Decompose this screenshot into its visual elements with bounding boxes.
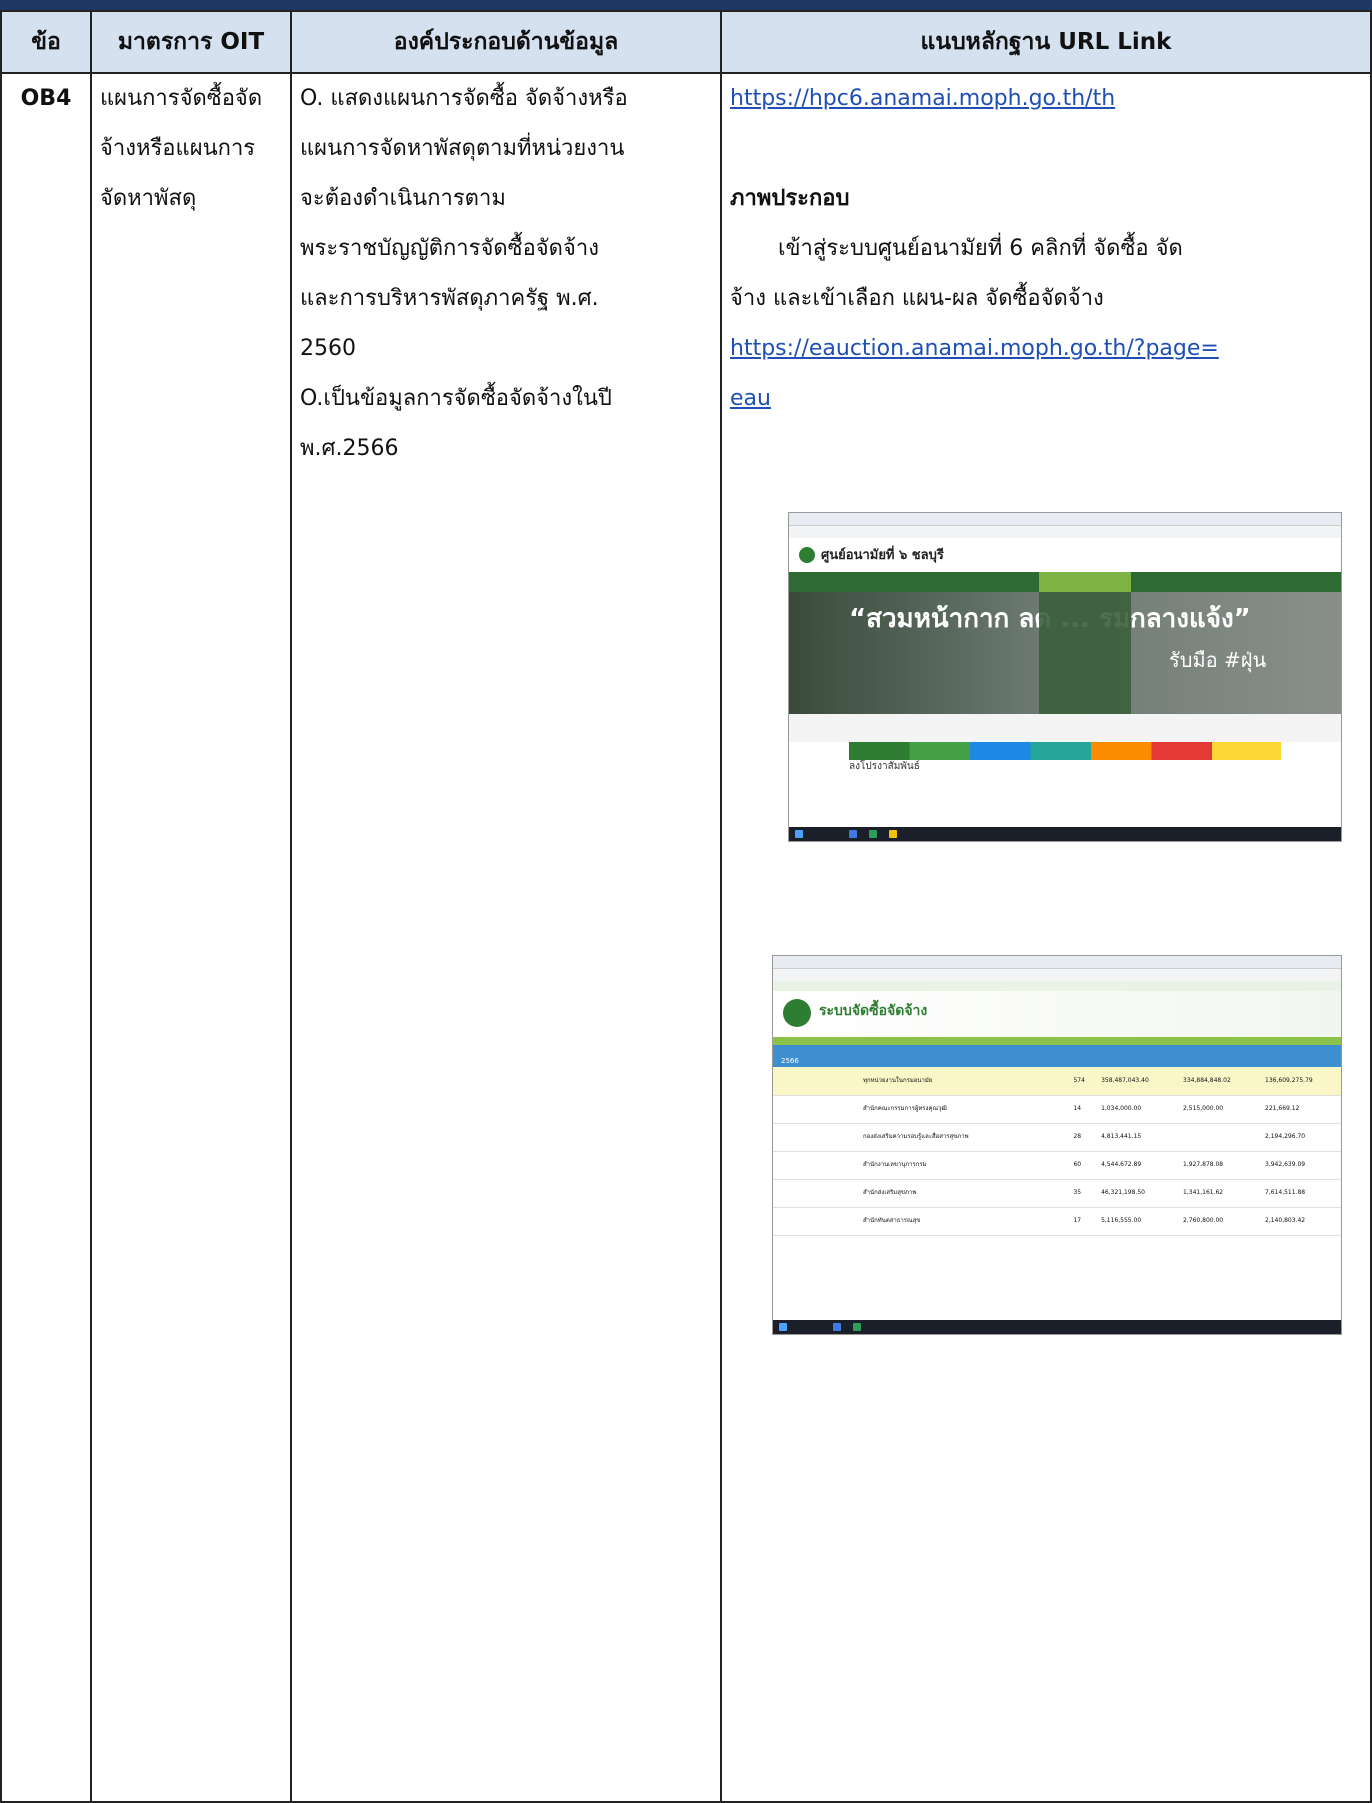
table-cell: 1,927,878.08 <box>1177 1151 1260 1180</box>
table-cell: ทุกหน่วยงานในกรมอนามัย <box>773 1067 1068 1096</box>
system-menu-bar <box>773 981 1341 991</box>
browser-address-bar <box>789 526 1341 538</box>
component-line: จะต้องดำเนินการตาม <box>300 186 506 211</box>
table-cell <box>1177 1123 1260 1152</box>
browser-tab-bar <box>773 956 1341 969</box>
year-select: 2566 <box>781 1057 799 1065</box>
table-cell: สำนักส่งเสริมสุขภาพ <box>773 1179 1068 1208</box>
table-row: กองส่งเสริมความรอบรู้และสื่อสารสุขภาพ 28 4… <box>773 1123 1341 1152</box>
table-row: ทุกหน่วยงานในกรมอนามัย 574 358,487,043.40 3… <box>773 1067 1341 1096</box>
table-cell: 2,760,800.00 <box>1177 1207 1260 1236</box>
table-row: สำนักทันตสาธารณสุข 17 5,116,555.00 2,760,80… <box>773 1207 1341 1236</box>
eauction-link-cont[interactable]: eau <box>730 374 1362 424</box>
site-title: ศูนย์อนามัยที่ ๖ ชลบุรี <box>821 548 944 563</box>
table-row: สำนักส่งเสริมสุขภาพ 35 46,321,198.50 1,341,… <box>773 1179 1341 1208</box>
header-component: องค์ประกอบด้านข้อมูล <box>290 10 722 74</box>
table-cell: 358,487,043.40 <box>1095 1067 1178 1096</box>
table-cell: 60 <box>1067 1151 1096 1180</box>
table-cell: สำนักคณะกรรมการผู้ทรงคุณวุฒิ <box>773 1095 1068 1124</box>
component-cell: O. แสดงแผนการจัดซื้อ จัดจ้างหรือ แผนการจ… <box>290 72 722 1803</box>
system-header: ระบบจัดซื้อจัดจ้าง <box>773 991 1341 1037</box>
taskbar-app-icon <box>853 1323 861 1331</box>
table-cell: 7,614,511.88 <box>1259 1179 1341 1208</box>
taskbar-app-icon <box>833 1323 841 1331</box>
measure-line: แผนการจัดซื้อจัด <box>100 86 263 111</box>
component-line: พระราชบัญญัติการจัดซื้อจัดจ้าง <box>300 236 599 261</box>
oit-table: ข้อ มาตรการ OIT องค์ประกอบด้านข้อมูล แนบ… <box>0 10 1372 1803</box>
table-cell: 2,140,803.42 <box>1259 1207 1341 1236</box>
table-cell: 28 <box>1067 1123 1096 1152</box>
table-cell: 4,813,441.15 <box>1095 1123 1178 1152</box>
measure-cell: แผนการจัดซื้อจัด จ้างหรือแผนการ จัดหาพัส… <box>90 72 292 1803</box>
table-header: 2566 <box>773 1045 1341 1067</box>
table-row: สำนักงานเลขานุการกรม 60 4,544,672.89 1,927,… <box>773 1151 1341 1180</box>
table-cell: 574 <box>1067 1067 1096 1096</box>
department-logo-icon <box>783 999 811 1027</box>
screenshot-website-home: ศูนย์อนามัยที่ ๖ ชลบุรี “สวมหน้ากาก ลด .… <box>788 512 1342 842</box>
screenshot-eauction: ระบบจัดซื้อจัดจ้าง 2566 ทุกหน่วยงานในกรม… <box>772 955 1342 1335</box>
table-cell: 2,515,000.00 <box>1177 1095 1260 1124</box>
green-divider <box>773 1037 1341 1045</box>
dropdown-menu <box>1039 592 1131 714</box>
system-title: ระบบจัดซื้อจัดจ้าง <box>819 1003 928 1019</box>
table-cell: สำนักทันตสาธารณสุข <box>773 1207 1068 1236</box>
ministry-logo-icon <box>799 547 815 563</box>
component-line: O.เป็นข้อมูลการจัดซื้อจัดจ้างในปี <box>300 386 612 411</box>
table-cell: 3,942,639.09 <box>1259 1151 1341 1180</box>
measure-line: จ้างหรือแผนการ <box>100 136 256 161</box>
taskbar-app-icon <box>889 830 897 838</box>
windows-taskbar <box>773 1320 1341 1334</box>
table-cell: 14 <box>1067 1095 1096 1124</box>
table-cell: 1,341,161.62 <box>1177 1179 1260 1208</box>
banner-side-text: รับมือ #ฝุ่น <box>1169 648 1267 672</box>
table-cell: 46,321,198.50 <box>1095 1179 1178 1208</box>
table-cell: สำนักงานเลขานุการกรม <box>773 1151 1068 1180</box>
component-line: 2560 <box>300 336 356 361</box>
table-cell: 136,609,275.79 <box>1259 1067 1341 1096</box>
taskbar-app-icon <box>849 830 857 838</box>
icon-strip <box>849 742 1281 760</box>
component-line: O. แสดงแผนการจัดซื้อ จัดจ้างหรือ <box>300 86 628 111</box>
component-line: และการบริหารพัสดุภาครัฐ พ.ศ. <box>300 286 599 311</box>
quick-links-row <box>789 714 1341 742</box>
instruction-line: เข้าสู่ระบบศูนย์อนามัยที่ 6 คลิกที่ จัดซ… <box>778 236 1183 261</box>
eauction-link[interactable]: https://eauction.anamai.moph.go.th/?page… <box>730 324 1362 374</box>
table-cell: 17 <box>1067 1207 1096 1236</box>
table-cell: 334,884,848.02 <box>1177 1067 1260 1096</box>
table-header-row: ข้อ มาตรการ OIT องค์ประกอบด้านข้อมูล แนบ… <box>0 10 1372 74</box>
measure-line: จัดหาพัสดุ <box>100 186 197 211</box>
site-header: ศูนย์อนามัยที่ ๖ ชลบุรี <box>789 538 1341 572</box>
table-cell: 1,034,000.00 <box>1095 1095 1178 1124</box>
browser-address-bar <box>773 969 1341 981</box>
windows-start-icon <box>779 1323 787 1331</box>
header-measure: มาตรการ OIT <box>90 10 292 74</box>
component-line: แผนการจัดหาพัสดุตามที่หน่วยงาน <box>300 136 625 161</box>
component-line: พ.ศ.2566 <box>300 436 399 461</box>
item-code: OB4 <box>0 72 92 1803</box>
table-cell: 4,544,672.89 <box>1095 1151 1178 1180</box>
evidence-cell: https://hpc6.anamai.moph.go.th/th ภาพประ… <box>720 72 1372 1803</box>
table-cell: 5,116,555.00 <box>1095 1207 1178 1236</box>
table-cell: 2,194,296.70 <box>1259 1123 1341 1152</box>
eauction-table: ทุกหน่วยงานในกรมอนามัย 574 358,487,043.40 3… <box>773 1067 1341 1236</box>
hpc6-link[interactable]: https://hpc6.anamai.moph.go.th/th <box>730 74 1362 124</box>
windows-start-icon <box>795 830 803 838</box>
table-cell: 221,669.12 <box>1259 1095 1341 1124</box>
header-no: ข้อ <box>0 10 92 74</box>
table-row: สำนักคณะกรรมการผู้ทรงคุณวุฒิ 14 1,034,000.… <box>773 1095 1341 1124</box>
table-cell: กองส่งเสริมความรอบรู้และสื่อสารสุขภาพ <box>773 1123 1068 1152</box>
nav-procurement-menu <box>1039 572 1131 592</box>
table-row: OB4 แผนการจัดซื้อจัด จ้างหรือแผนการ จัดห… <box>0 72 1372 1803</box>
illustration-heading: ภาพประกอบ <box>730 186 850 211</box>
browser-tab-bar <box>789 513 1341 526</box>
table-cell: 35 <box>1067 1179 1096 1208</box>
site-nav <box>789 572 1341 592</box>
taskbar-app-icon <box>869 830 877 838</box>
section-title: ลงโปรงาสัมพันธ์ <box>849 761 920 772</box>
windows-taskbar <box>789 827 1341 841</box>
instruction-line: จ้าง และเข้าเลือก แผน-ผล จัดซื้อจัดจ้าง <box>730 286 1104 311</box>
top-band <box>0 0 1372 10</box>
site-banner: “สวมหน้ากาก ลด ... รมกลางแจ้ง” รับมือ #ฝ… <box>789 592 1341 714</box>
header-evidence: แนบหลักฐาน URL Link <box>720 10 1372 74</box>
